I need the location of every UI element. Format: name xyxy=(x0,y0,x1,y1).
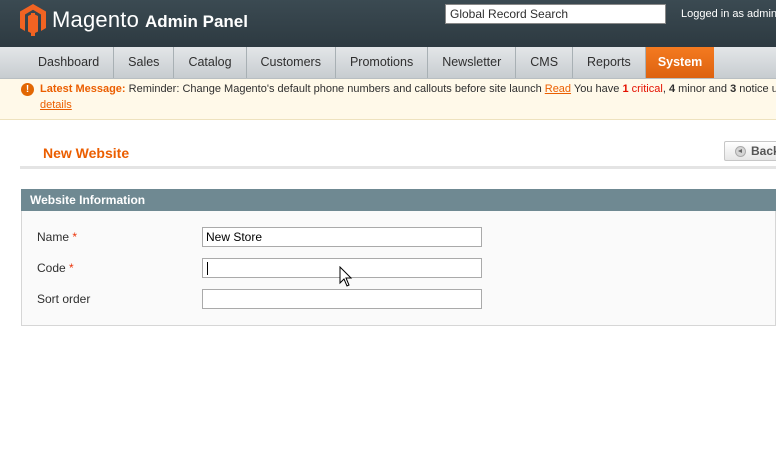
alert-icon: ! xyxy=(21,83,34,96)
nav-sales[interactable]: Sales xyxy=(114,47,175,78)
sort-order-input[interactable] xyxy=(202,289,482,309)
back-button-label: Back xyxy=(751,144,776,158)
nav-newsletter[interactable]: Newsletter xyxy=(428,47,517,78)
nav-system[interactable]: System xyxy=(645,47,715,78)
critical-count: 1 xyxy=(622,83,629,95)
sort-order-label: Sort order xyxy=(37,292,91,306)
title-divider xyxy=(20,166,776,169)
magento-logo-icon xyxy=(20,4,46,36)
code-label: Code * xyxy=(37,261,74,275)
nav-catalog[interactable]: Catalog xyxy=(174,47,247,78)
name-label: Name * xyxy=(37,230,77,244)
nav-promotions[interactable]: Promotions xyxy=(336,47,429,78)
message-text: Reminder: Change Magento's default phone… xyxy=(128,83,542,95)
global-search-input[interactable] xyxy=(445,4,666,24)
minor-label[interactable]: minor and xyxy=(678,83,727,95)
back-button[interactable]: Back xyxy=(724,141,776,161)
logo-subtitle: Admin Panel xyxy=(145,12,248,31)
required-mark: * xyxy=(69,261,74,275)
message-label: Latest Message: xyxy=(40,83,126,95)
you-have-text: You have xyxy=(573,83,620,95)
main-nav: Dashboard Sales Catalog Customers Promot… xyxy=(0,47,776,79)
minor-count: 4 xyxy=(668,83,676,95)
page-title: New Website xyxy=(43,145,130,161)
code-label-text: Code xyxy=(37,261,66,275)
nav-cms[interactable]: CMS xyxy=(516,47,574,78)
nav-customers[interactable]: Customers xyxy=(247,47,336,78)
nav-reports[interactable]: Reports xyxy=(573,47,646,78)
logo-text: Magento xyxy=(52,7,140,32)
latest-message-bar: ! Latest Message: Reminder: Change Magen… xyxy=(0,79,776,120)
notice-label[interactable]: notice u xyxy=(739,83,776,95)
required-mark: * xyxy=(72,230,78,244)
nav-dashboard[interactable]: Dashboard xyxy=(0,47,115,78)
critical-label[interactable]: critical xyxy=(632,83,663,95)
name-label-text: Name xyxy=(37,230,70,244)
header-bar: Magento Admin Panel Logged in as admin xyxy=(0,0,776,47)
back-arrow-icon xyxy=(735,145,746,157)
mouse-pointer-icon xyxy=(339,266,353,287)
details-link[interactable]: details xyxy=(40,99,72,111)
notice-count: 3 xyxy=(730,83,737,95)
magento-logo[interactable]: Magento Admin Panel xyxy=(20,4,248,36)
text-caret xyxy=(207,262,208,275)
name-input[interactable] xyxy=(202,227,482,247)
logged-in-text: Logged in as admin xyxy=(681,8,776,20)
read-link[interactable]: Read xyxy=(545,83,571,95)
message-line: Latest Message: Reminder: Change Magento… xyxy=(40,83,776,95)
website-information-header: Website Information xyxy=(21,189,776,211)
